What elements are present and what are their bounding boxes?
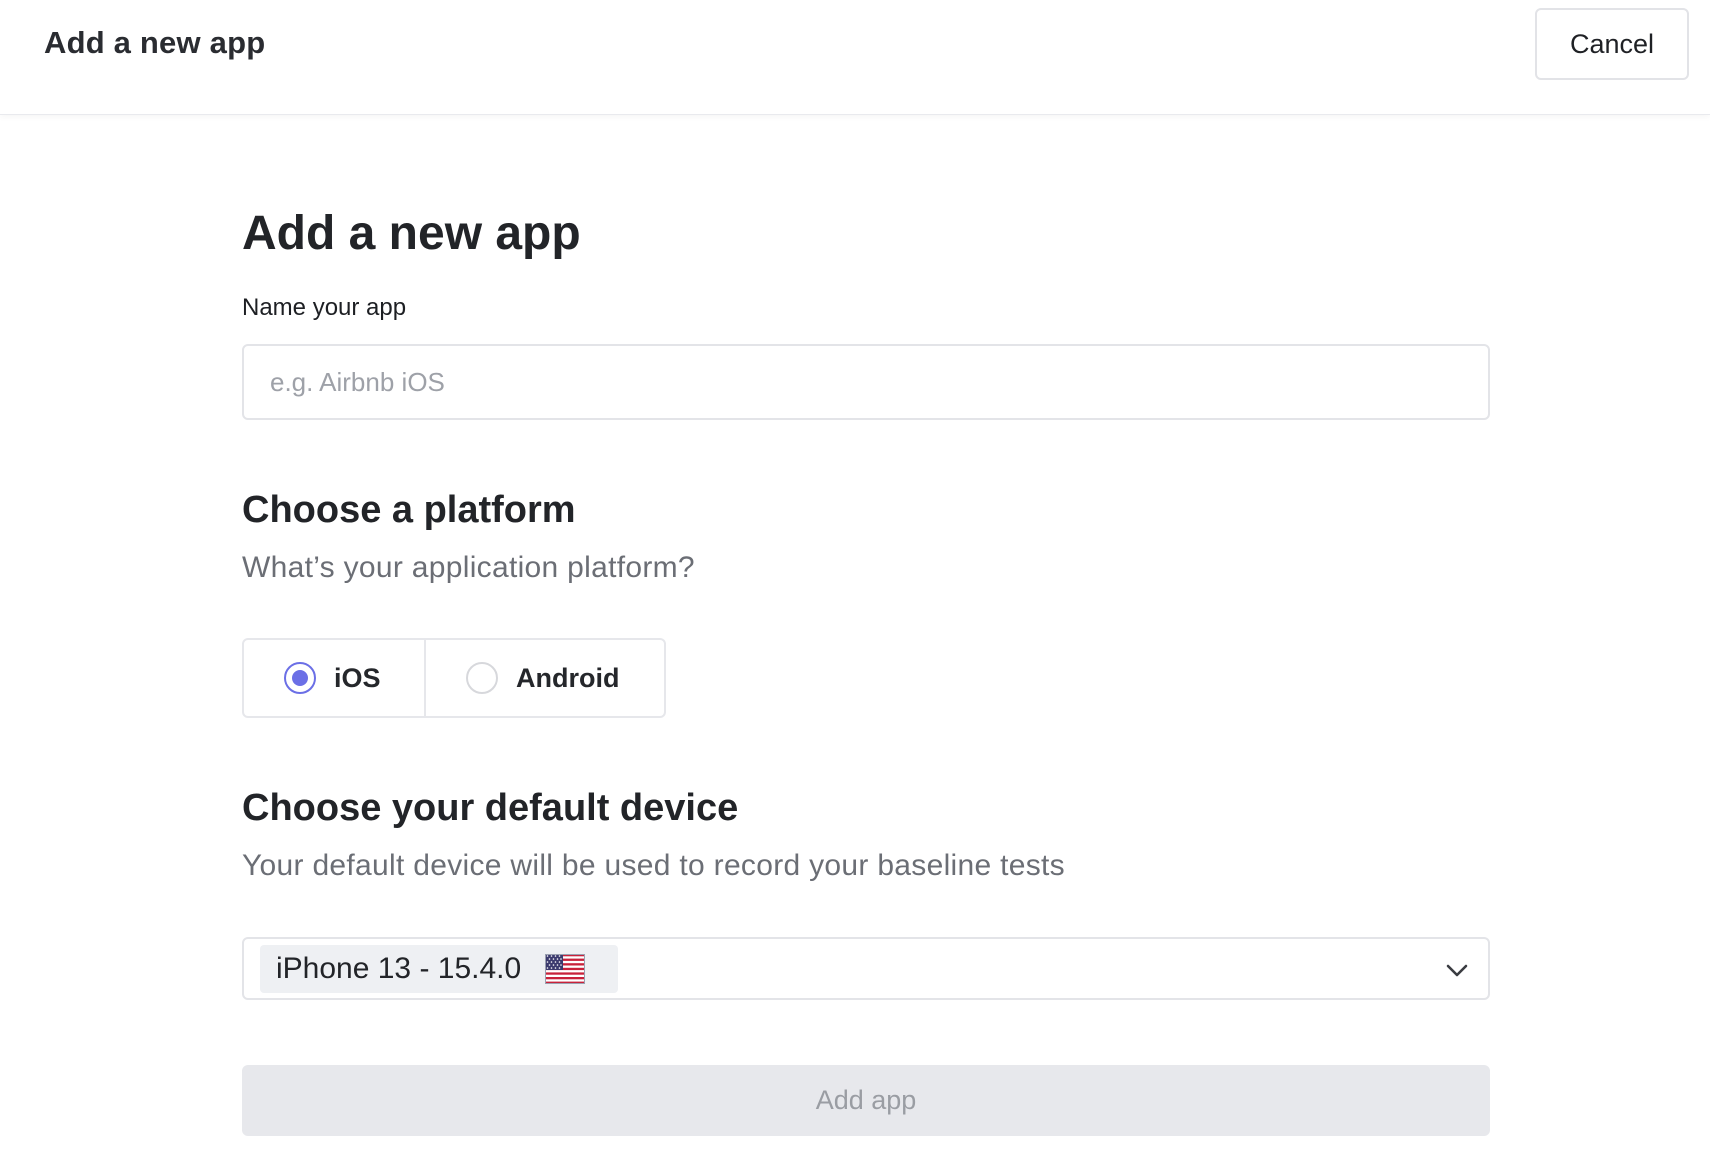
chevron-down-icon[interactable] <box>1444 957 1470 983</box>
radio-unchecked-icon[interactable] <box>466 662 498 694</box>
add-app-button[interactable]: Add app <box>242 1065 1490 1136</box>
selected-device-label: iPhone 13 - 15.4.0 <box>276 952 522 985</box>
app-name-label: Name your app <box>242 294 407 321</box>
device-section-subtitle: Your default device will be used to reco… <box>242 849 1065 882</box>
platform-option-label: Android <box>516 662 620 693</box>
selected-device-chip: iPhone 13 - 15.4.0 <box>260 945 618 993</box>
device-section-title: Choose your default device <box>242 787 739 829</box>
platform-section-title: Choose a platform <box>242 489 576 531</box>
platform-option-label: iOS <box>334 662 381 693</box>
platform-section-subtitle: What’s your application platform? <box>242 551 695 584</box>
header-title: Add a new app <box>44 25 266 60</box>
top-bar: Add a new app Cancel <box>0 0 1710 115</box>
platform-option-ios[interactable]: iOS <box>244 640 426 716</box>
default-device-select[interactable]: iPhone 13 - 15.4.0 <box>242 937 1490 1000</box>
us-flag-icon <box>545 954 586 984</box>
cancel-button[interactable]: Cancel <box>1535 8 1689 80</box>
platform-radio-group: iOS Android <box>242 638 666 718</box>
app-name-input[interactable] <box>242 344 1490 420</box>
platform-option-android[interactable]: Android <box>426 640 664 716</box>
radio-checked-icon[interactable] <box>284 662 316 694</box>
page-title: Add a new app <box>242 207 581 260</box>
